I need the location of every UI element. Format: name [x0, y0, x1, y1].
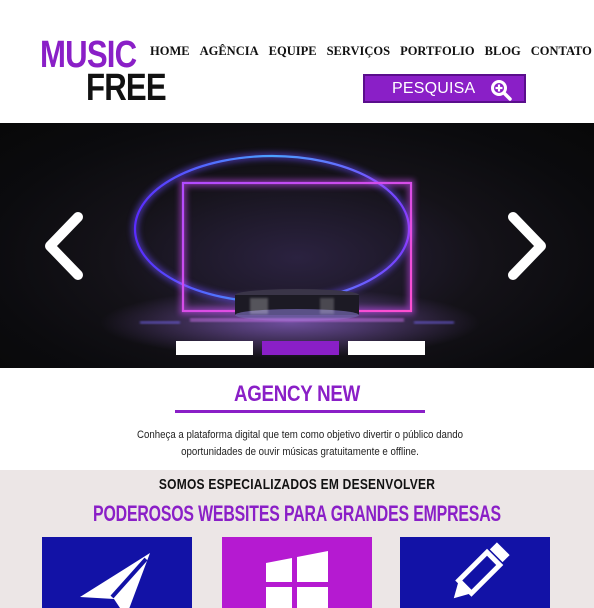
- nav-item-equipe[interactable]: EQUIPE: [269, 44, 317, 59]
- intro-divider: [175, 410, 425, 413]
- services-title: PODEROSOS WEBSITES PARA GRANDES EMPRESAS: [93, 501, 501, 526]
- paper-plane-icon: [80, 553, 150, 608]
- nav-item-portfolio[interactable]: PORTFOLIO: [400, 44, 475, 59]
- hero-carousel: [0, 123, 594, 368]
- pencil-icon: [453, 542, 510, 599]
- service-tile-send[interactable]: [42, 537, 192, 608]
- search-button[interactable]: PESQUISA: [363, 74, 526, 103]
- logo-text-free: FREE: [86, 67, 167, 109]
- intro-title: AGENCY NEW: [234, 381, 360, 406]
- carousel-indicator-1[interactable]: [176, 341, 253, 355]
- windows-logo-icon: [266, 551, 328, 608]
- carousel-indicators: [0, 341, 594, 357]
- zoom-in-icon: [491, 80, 512, 101]
- search-button-label: PESQUISA: [392, 79, 476, 97]
- carousel-indicator-3[interactable]: [348, 341, 425, 355]
- site-logo[interactable]: MUSIC FREE: [40, 36, 167, 107]
- nav-item-contato[interactable]: CONTATO: [531, 44, 592, 59]
- chevron-right-icon[interactable]: [505, 211, 551, 281]
- nav-item-agencia[interactable]: AGÊNCIA: [200, 44, 259, 59]
- service-tile-windows[interactable]: [222, 537, 372, 608]
- nav-item-servicos[interactable]: SERVIÇOS: [327, 44, 390, 59]
- chevron-left-icon[interactable]: [40, 211, 86, 281]
- nav-item-home[interactable]: HOME: [150, 44, 190, 59]
- service-tile-edit[interactable]: [400, 537, 550, 608]
- services-subtitle: SOMOS ESPECIALIZADOS EM DESENVOLVER: [158, 476, 436, 493]
- nav-item-blog[interactable]: BLOG: [485, 44, 521, 59]
- carousel-indicator-2[interactable]: [262, 341, 339, 355]
- main-nav: HOME AGÊNCIA EQUIPE SERVIÇOS PORTFOLIO B…: [150, 44, 592, 59]
- intro-text: Conheça a plataforma digital que tem com…: [136, 429, 464, 458]
